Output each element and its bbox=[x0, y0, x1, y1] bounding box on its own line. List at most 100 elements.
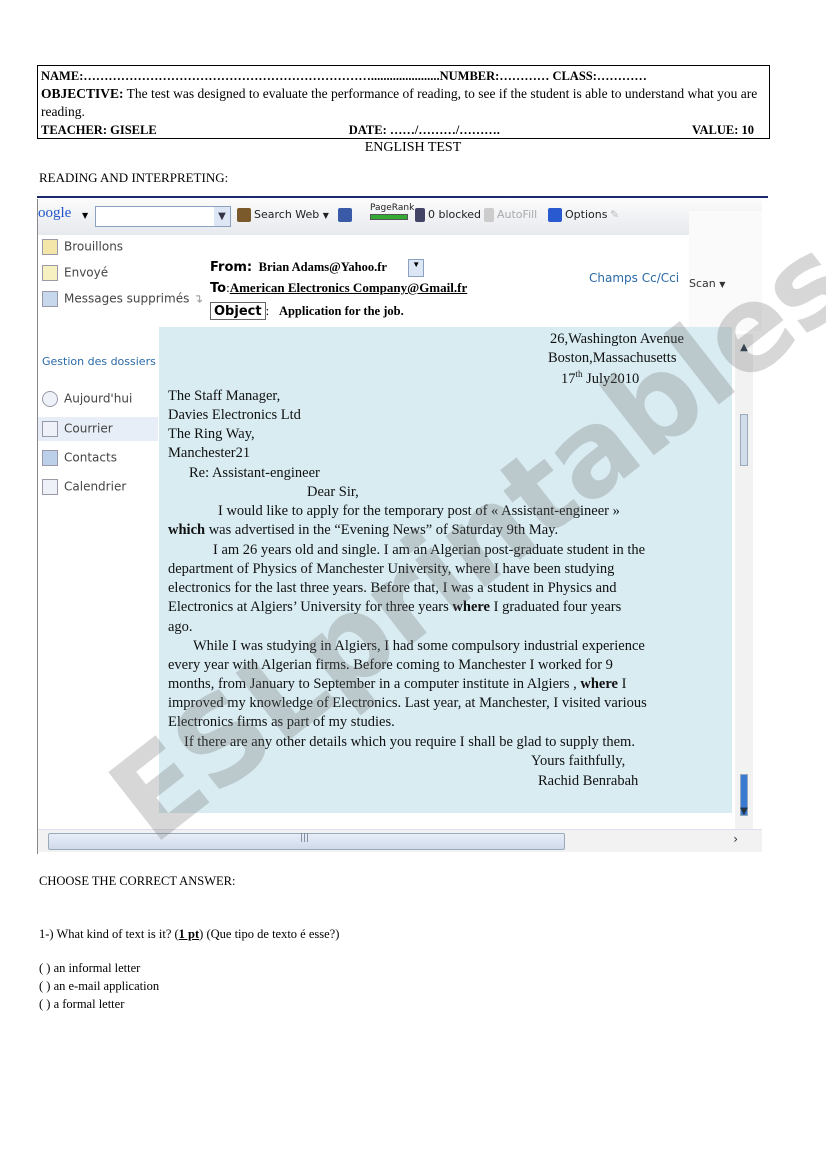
paragraph-line: every year with Algerian firms. Before c… bbox=[168, 657, 613, 673]
right-pane bbox=[689, 211, 762, 331]
page-title: ENGLISH TEST bbox=[364, 140, 462, 155]
sidebar-item-label: Messages supprimés bbox=[64, 291, 190, 306]
from-label: From: bbox=[210, 260, 253, 275]
divider bbox=[37, 196, 768, 198]
chevron-down-icon[interactable]: ▼ bbox=[214, 207, 230, 226]
paragraph-line: Electronics firms as part of my studies. bbox=[168, 714, 395, 730]
autofill-button[interactable]: AutoFill bbox=[484, 208, 537, 222]
paragraph-line: While I was studying in Algiers, I had s… bbox=[193, 638, 645, 654]
chevron-up-icon[interactable]: ▲ bbox=[735, 342, 753, 358]
scroll-thumb[interactable] bbox=[740, 414, 748, 466]
bookmark-icon[interactable] bbox=[338, 208, 355, 222]
paragraph-line: which was advertised in the “Evening New… bbox=[168, 522, 558, 539]
search-web-label: Search Web bbox=[254, 208, 320, 221]
sidebar-item-label: Calendrier bbox=[64, 479, 127, 494]
blocked-label: 0 blocked bbox=[428, 208, 482, 221]
autofill-icon bbox=[484, 208, 494, 222]
binoculars-icon bbox=[237, 208, 251, 222]
date: DATE: ……/………/………. bbox=[348, 123, 500, 137]
reference-line: Re: Assistant-engineer bbox=[189, 465, 320, 481]
teacher: TEACHER: GISELE bbox=[41, 123, 157, 137]
sidebar-item-envoye[interactable]: Envoyé bbox=[42, 265, 108, 281]
chevron-down-icon[interactable]: ▼ bbox=[82, 211, 88, 220]
search-input[interactable]: ▼ bbox=[95, 206, 231, 227]
sidebar-item-brouillons[interactable]: Brouillons bbox=[42, 239, 123, 255]
horizontal-scrollbar[interactable]: ||| › bbox=[38, 829, 762, 852]
question-points: 1 pt bbox=[178, 927, 200, 941]
options-button[interactable]: Options bbox=[548, 208, 607, 222]
question-1: 1-) What kind of text is it? (1 pt) (Que… bbox=[39, 927, 339, 942]
grip-icon: ||| bbox=[300, 833, 310, 843]
popup-blocked-button[interactable]: 0 blocked bbox=[415, 208, 481, 222]
name-line: NAME:……………………………………………………………............… bbox=[41, 69, 647, 83]
browser-toolbar: oogle ▼ ▼ Search Web ▼ PageRank 0 blocke… bbox=[38, 199, 762, 236]
line-text: was advertised in the “Evening News” of … bbox=[205, 522, 559, 538]
chevron-right-icon[interactable]: › bbox=[733, 832, 738, 846]
clock-icon bbox=[42, 391, 58, 407]
letter-date: 17th July2010 bbox=[561, 369, 639, 388]
line-text: I graduated four years bbox=[490, 599, 622, 615]
answer-option[interactable]: ( ) an e-mail application bbox=[39, 979, 159, 994]
paragraph-line: improved my knowledge of Electronics. La… bbox=[168, 695, 647, 711]
sidebar-item-contacts[interactable]: Contacts bbox=[42, 450, 117, 466]
vertical-scrollbar[interactable]: ▲ ▼ bbox=[735, 334, 753, 834]
address-line: 26,Washington Avenue bbox=[550, 331, 684, 347]
line-text: I bbox=[617, 676, 627, 692]
manage-folders-link[interactable]: Gestion des dossiers bbox=[42, 355, 156, 368]
recipient-line: The Staff Manager, bbox=[168, 388, 281, 404]
book-icon bbox=[338, 208, 352, 222]
sidebar-item-label: Envoyé bbox=[64, 265, 109, 280]
sidebar-item-label: Courrier bbox=[64, 421, 113, 436]
pencil-icon[interactable]: ✎ bbox=[610, 208, 619, 221]
bold-word: where bbox=[580, 676, 618, 692]
date-suffix: th bbox=[575, 369, 583, 379]
date-rest: July2010 bbox=[582, 370, 640, 387]
trash-icon bbox=[42, 291, 58, 307]
recipient-line: The Ring Way, bbox=[168, 426, 255, 442]
scan-label: Scan bbox=[689, 277, 716, 290]
paragraph-line: If there are any other details which you… bbox=[184, 734, 635, 750]
paragraph-line: I would like to apply for the temporary … bbox=[218, 503, 620, 519]
objective-label: OBJECTIVE: bbox=[41, 86, 124, 101]
bold-word: where bbox=[452, 599, 490, 615]
section-heading: READING AND INTERPRETING: bbox=[39, 170, 229, 185]
question-text: 1-) What kind of text is it? ( bbox=[39, 927, 179, 941]
contacts-icon bbox=[42, 450, 58, 466]
sidebar-item-messages-supprimes[interactable]: Messages supprimés ↴ bbox=[42, 291, 203, 307]
paragraph-line: ago. bbox=[168, 619, 193, 635]
pagerank-button[interactable]: PageRank bbox=[370, 203, 414, 223]
scan-button[interactable]: Scan ▼ bbox=[689, 277, 725, 290]
options-label: Options bbox=[565, 208, 608, 221]
to-row: To:American Electronics Company@Gmail.fr bbox=[210, 280, 468, 296]
chevron-down-icon[interactable]: ▼ bbox=[735, 806, 753, 822]
paragraph-line: Electronics at Algiers’ University for t… bbox=[168, 599, 621, 616]
email-screenshot: oogle ▼ ▼ Search Web ▼ PageRank 0 blocke… bbox=[37, 199, 762, 854]
address-line: Boston,Massachusetts bbox=[548, 350, 677, 366]
mail-icon bbox=[42, 421, 58, 437]
closing: Yours faithfully, bbox=[531, 753, 626, 769]
options-icon bbox=[548, 208, 562, 222]
calendar-icon bbox=[42, 479, 58, 495]
sidebar-item-courrier[interactable]: Courrier bbox=[42, 421, 113, 437]
pagerank-label: PageRank bbox=[370, 203, 415, 213]
from-value[interactable]: Brian Adams@Yahoo.fr bbox=[259, 260, 387, 274]
to-value[interactable]: American Electronics Company@Gmail.fr bbox=[230, 280, 468, 295]
search-web-button[interactable]: Search Web ▼ bbox=[237, 208, 329, 222]
answer-option[interactable]: ( ) an informal letter bbox=[39, 961, 140, 976]
chevron-down-icon[interactable]: ▼ bbox=[408, 259, 425, 278]
sent-icon bbox=[42, 265, 58, 281]
sidebar-item-label: Contacts bbox=[64, 450, 117, 465]
answer-option[interactable]: ( ) a formal letter bbox=[39, 997, 124, 1012]
paragraph-line: months, from January to September in a c… bbox=[168, 676, 626, 693]
object-value[interactable]: Application for the job. bbox=[279, 304, 404, 318]
paragraph-line: I am 26 years old and single. I am an Al… bbox=[213, 542, 646, 558]
sidebar-item-calendrier[interactable]: Calendrier bbox=[42, 479, 126, 495]
line-text: months, from January to September in a c… bbox=[168, 676, 581, 692]
header-box: NAME:……………………………………………………………............… bbox=[37, 65, 770, 139]
autofill-label: AutoFill bbox=[497, 208, 538, 221]
letter-body[interactable]: 26,Washington Avenue Boston,Massachusett… bbox=[159, 327, 732, 813]
object-label-box: Object bbox=[210, 302, 266, 320]
question-translation: ) (Que tipo de texto é esse?) bbox=[199, 927, 340, 941]
cc-bcc-link[interactable]: Champs Cc/Cci bbox=[589, 271, 679, 285]
sidebar-item-aujourdhui[interactable]: Aujourd'hui bbox=[42, 391, 132, 407]
